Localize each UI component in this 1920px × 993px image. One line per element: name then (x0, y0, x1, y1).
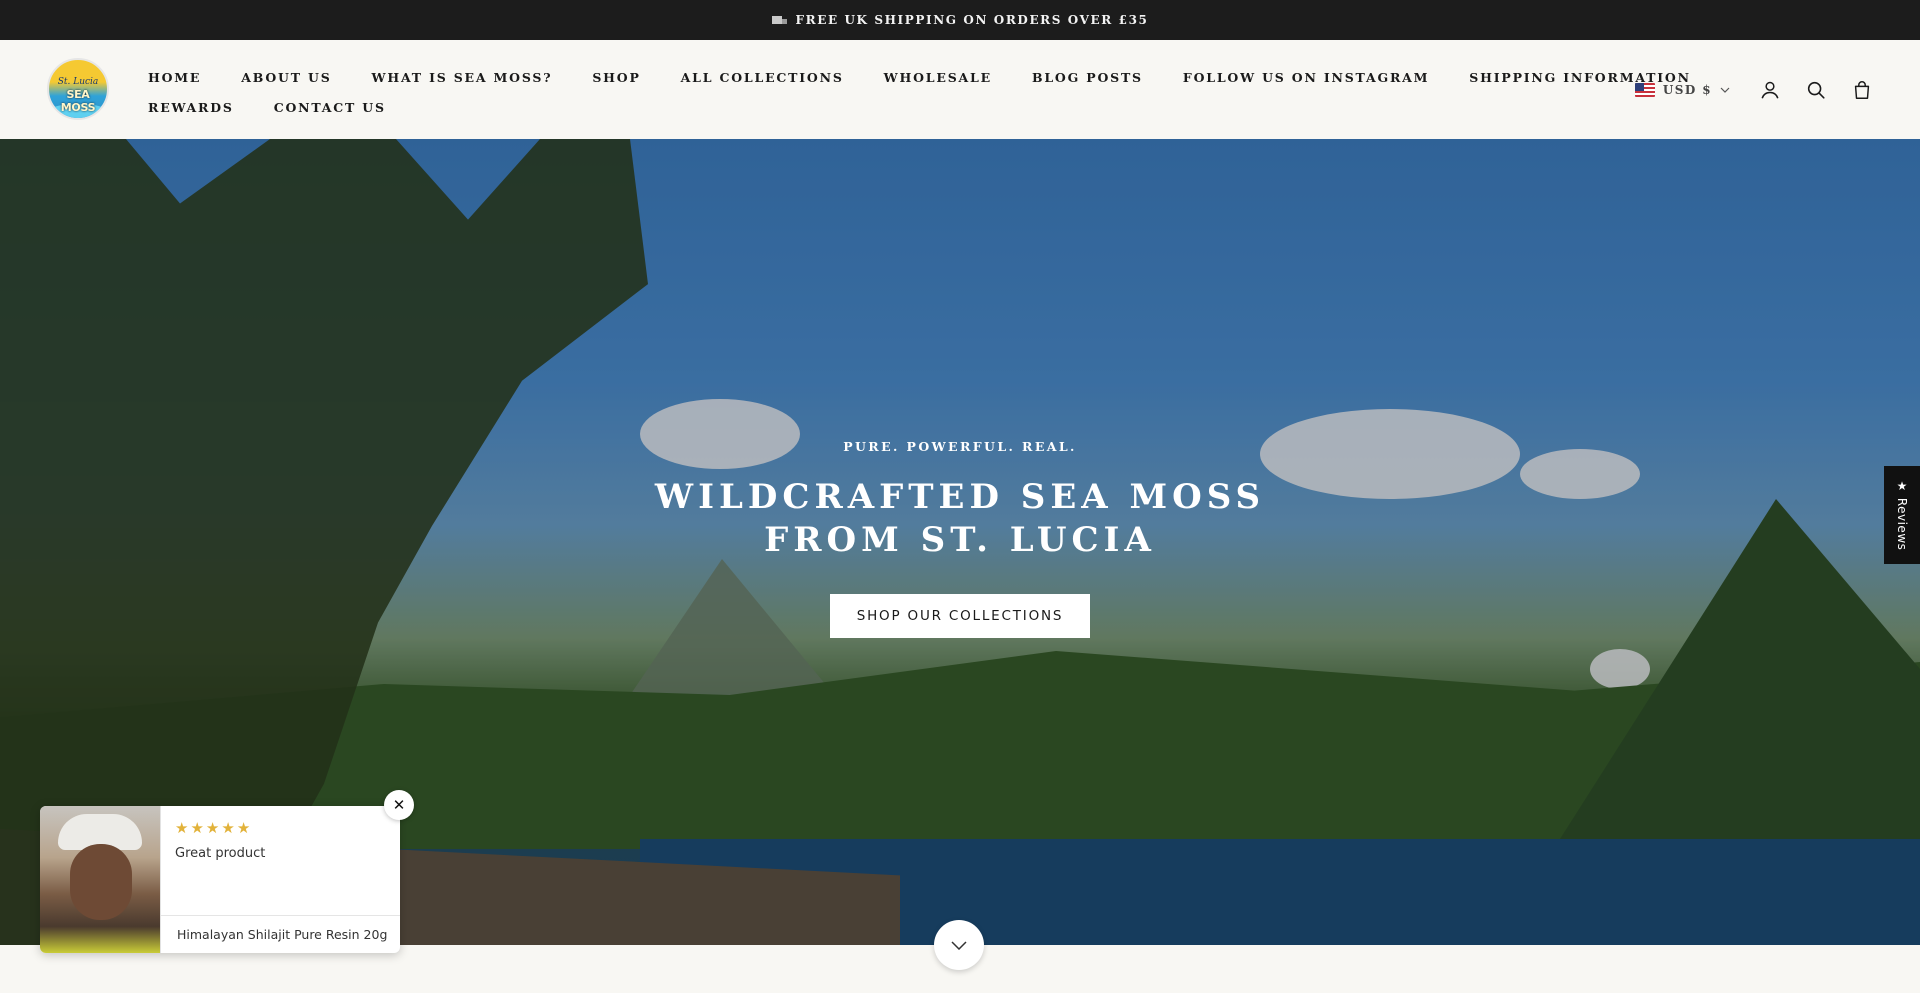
shop-collections-button[interactable]: SHOP OUR COLLECTIONS (830, 594, 1090, 638)
reviewer-photo (40, 806, 160, 953)
chevron-down-icon (1720, 87, 1730, 93)
currency-selector[interactable]: USD $ (1634, 82, 1730, 97)
logo-line2: SEA MOSS (60, 88, 96, 114)
store-logo[interactable]: St. Lucia SEA MOSS (47, 58, 109, 120)
star-icon: ★ (190, 819, 204, 837)
nav-item-home[interactable]: HOME (148, 70, 201, 85)
announcement-text: FREE UK SHIPPING ON ORDERS OVER £35 (795, 13, 1149, 27)
site-header: St. Lucia SEA MOSS HOME ABOUT US WHAT IS… (0, 40, 1920, 139)
review-product-link[interactable]: Himalayan Shilajit Pure Resin 20g (161, 915, 400, 953)
review-popup[interactable]: ★ ★ ★ ★ ★ Great product Himalayan Shilaj… (40, 806, 400, 953)
nav-item-rewards[interactable]: REWARDS (148, 100, 234, 115)
search-icon[interactable] (1804, 78, 1828, 102)
star-icon: ★ (236, 819, 251, 837)
star-icon: ★ (221, 819, 235, 837)
hero-title: WILDCRAFTED SEA MOSS FROM ST. LUCIA (654, 477, 1266, 560)
header-actions: USD $ (1634, 40, 1874, 139)
reviews-tab-label: ★ Reviews (1895, 479, 1909, 551)
main-nav: HOME ABOUT US WHAT IS SEA MOSS? SHOP ALL… (148, 62, 1689, 122)
nav-row-2: REWARDS CONTACT US (148, 92, 1568, 122)
nav-item-what-is-sea-moss[interactable]: WHAT IS SEA MOSS? (372, 70, 553, 85)
announcement-bar: FREE UK SHIPPING ON ORDERS OVER £35 (0, 0, 1920, 40)
nav-item-contact-us[interactable]: CONTACT US (274, 100, 386, 115)
hero-eyebrow: PURE. POWERFUL. REAL. (843, 439, 1077, 454)
logo-line1: St. Lucia (57, 77, 99, 87)
nav-item-instagram[interactable]: FOLLOW US ON INSTAGRAM (1183, 70, 1429, 85)
nav-item-wholesale[interactable]: WHOLESALE (884, 70, 992, 85)
nav-item-about-us[interactable]: ABOUT US (241, 70, 331, 85)
nav-item-all-collections[interactable]: ALL COLLECTIONS (681, 70, 844, 85)
review-text: Great product (175, 846, 266, 861)
nav-item-shop[interactable]: SHOP (592, 70, 640, 85)
scroll-down-button[interactable] (934, 920, 984, 970)
review-body: ★ ★ ★ ★ ★ Great product Himalayan Shilaj… (160, 806, 400, 953)
close-review-popup-button[interactable]: ✕ (384, 790, 414, 820)
cart-icon[interactable] (1850, 78, 1874, 102)
account-icon[interactable] (1758, 78, 1782, 102)
nav-item-blog-posts[interactable]: BLOG POSTS (1032, 70, 1143, 85)
nav-row-1: HOME ABOUT US WHAT IS SEA MOSS? SHOP ALL… (148, 62, 1689, 92)
reviews-side-tab[interactable]: ★ Reviews (1884, 466, 1920, 564)
truck-icon (771, 15, 788, 26)
star-rating: ★ ★ ★ ★ ★ (175, 820, 250, 836)
hero-content: PURE. POWERFUL. REAL. WILDCRAFTED SEA MO… (0, 439, 1920, 638)
star-icon: ★ (175, 819, 189, 837)
star-icon: ★ (205, 819, 220, 837)
us-flag-icon (1634, 82, 1655, 97)
chevron-down-icon (951, 940, 967, 950)
currency-label: USD $ (1662, 82, 1712, 97)
reviewer-face (70, 844, 132, 920)
